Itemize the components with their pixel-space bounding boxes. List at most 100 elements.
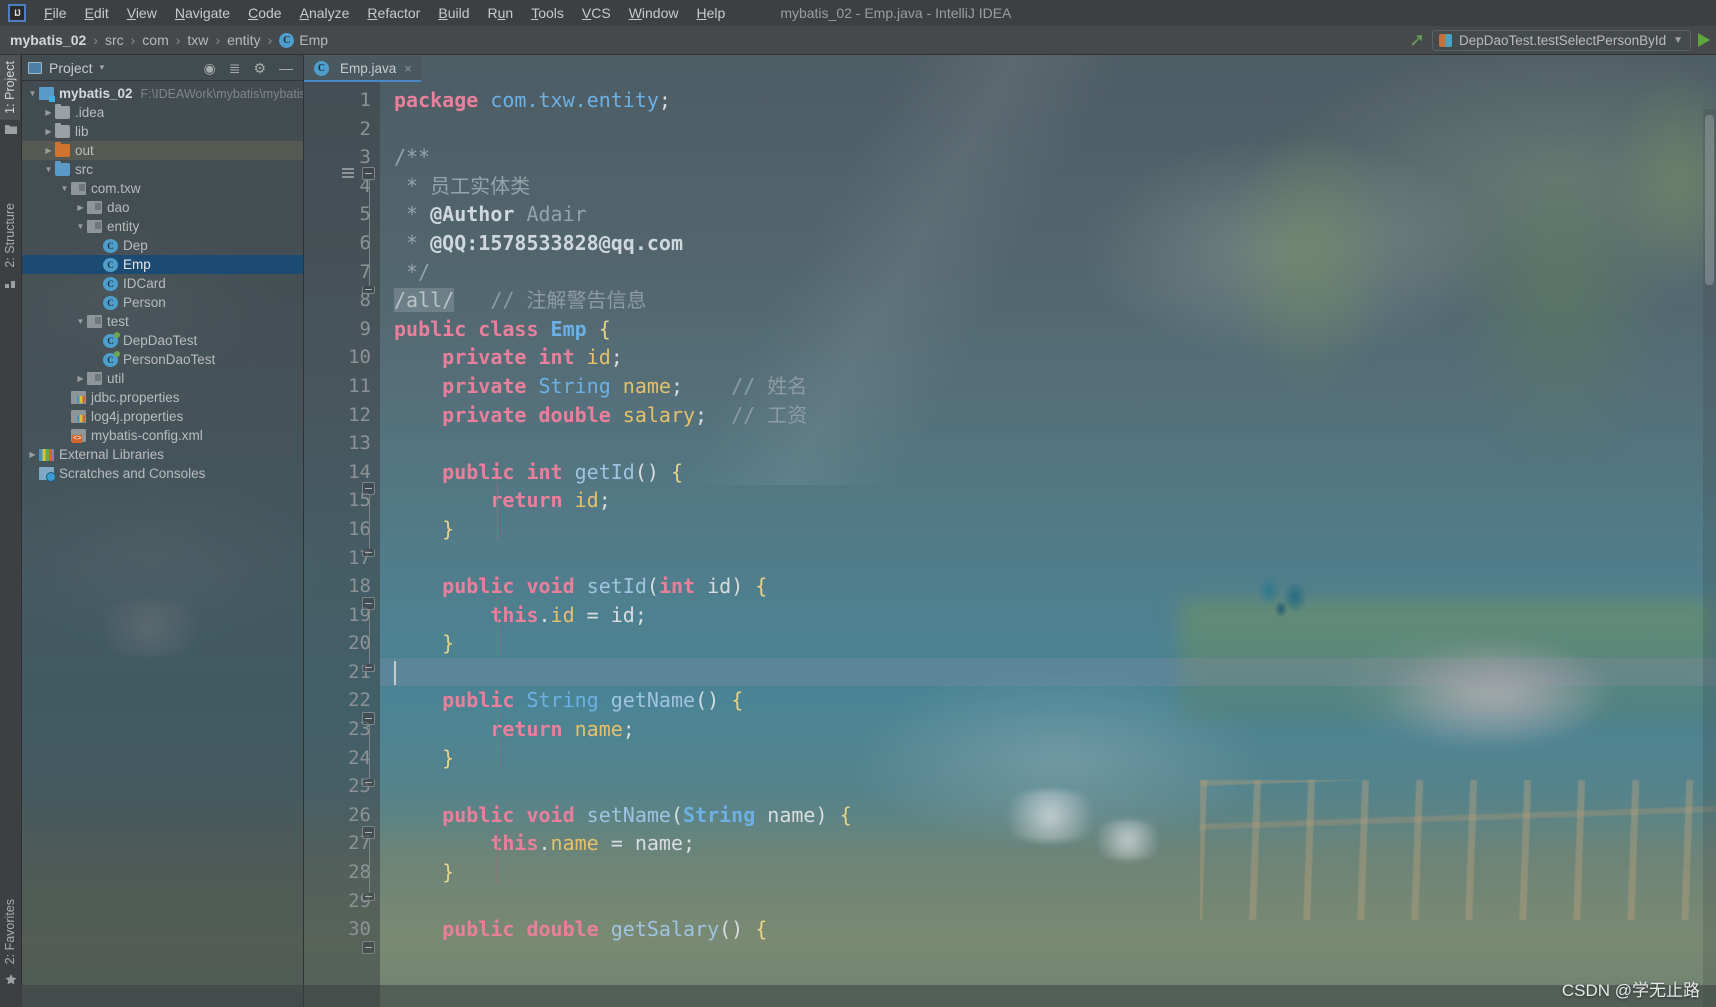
tree-item-scratches-and-consoles[interactable]: Scratches and Consoles [22,464,303,483]
code-line[interactable]: /** [380,143,1716,172]
tree-item-out[interactable]: ▶ out [22,141,303,160]
menu-item-run[interactable]: Run [478,2,522,24]
fold-marker[interactable] [362,712,375,725]
menu-item-window[interactable]: Window [620,2,688,24]
minimize-icon[interactable]: — [279,61,293,75]
code-line[interactable]: public void setId(int id) { [380,572,1716,601]
tree-item-idcard[interactable]: C IDCard [22,274,303,293]
code-line[interactable]: } [380,629,1716,658]
tree-item-lib[interactable]: ▶ lib [22,122,303,141]
tree-item-com-txw[interactable]: ▼ com.txw [22,179,303,198]
run-configuration-selector[interactable]: DepDaoTest.testSelectPersonById ▼ [1431,29,1691,51]
editor-tab-emp-java[interactable]: C Emp.java × [304,56,421,82]
locate-icon[interactable]: ◉ [203,61,215,75]
code-line[interactable] [380,544,1716,573]
tree-item-external-libraries[interactable]: ▶ External Libraries [22,445,303,464]
breadcrumb-item-entity[interactable]: entity [227,32,260,48]
fold-marker[interactable] [362,941,375,954]
run-button[interactable] [1698,33,1710,47]
menu-item-refactor[interactable]: Refactor [358,2,429,24]
tree-item-test[interactable]: ▼ test [22,312,303,331]
breadcrumb-item-mybatis-02[interactable]: mybatis_02 [10,32,86,48]
breadcrumb-item-emp[interactable]: C Emp [279,32,328,48]
breadcrumb-item-com[interactable]: com [142,32,168,48]
code-line[interactable]: * @Author Adair [380,200,1716,229]
tree-item-emp[interactable]: C Emp [22,255,303,274]
code-line[interactable]: return id; [380,486,1716,515]
fold-marker[interactable] [362,482,375,495]
chevron-right-icon[interactable]: ▶ [74,203,87,212]
chevron-right-icon[interactable]: ▶ [42,146,55,155]
code-line[interactable]: private String name; // 姓名 [380,372,1716,401]
menu-item-edit[interactable]: Edit [76,2,118,24]
fold-marker[interactable] [362,597,375,610]
gear-icon[interactable]: ⚙ [253,61,266,75]
menu-item-file[interactable]: File [35,2,76,24]
tree-item-util[interactable]: ▶ util [22,369,303,388]
chevron-down-icon[interactable]: ▼ [42,165,55,174]
code-line[interactable]: public String getName() { [380,686,1716,715]
code-line[interactable]: public double getSalary() { [380,915,1716,944]
menu-item-tools[interactable]: Tools [522,2,573,24]
code-line[interactable] [380,772,1716,801]
chevron-down-icon[interactable]: ▾ [100,62,105,73]
fold-marker-end[interactable] [362,664,375,672]
code-line[interactable]: private double salary; // 工资 [380,401,1716,430]
fold-markers[interactable] [342,86,380,1007]
chevron-down-icon[interactable]: ▼ [1673,35,1683,46]
code-line[interactable]: * @QQ:1578533828@qq.com [380,229,1716,258]
fold-marker-end[interactable] [362,779,375,787]
project-tree[interactable]: ▼ mybatis_02 F:\IDEAWork\mybatis\mybatis_0… [22,81,303,483]
code-line[interactable] [380,887,1716,916]
code-line[interactable]: public int getId() { [380,458,1716,487]
code-line[interactable]: * 员工实体类 [380,172,1716,201]
tree-item-dao[interactable]: ▶ dao [22,198,303,217]
chevron-down-icon[interactable]: ▼ [58,184,71,193]
sidebar-tab-favorites[interactable]: 2: Favorites [0,893,20,970]
tree-item-jdbc-properties[interactable]: jdbc.properties [22,388,303,407]
code-line[interactable] [380,115,1716,144]
code-line[interactable]: } [380,744,1716,773]
tree-item-depdaotest[interactable]: C DepDaoTest [22,331,303,350]
chevron-right-icon[interactable]: ▶ [42,127,55,136]
tree-item-entity[interactable]: ▼ entity [22,217,303,236]
fold-marker[interactable] [362,826,375,839]
fold-marker-end[interactable] [362,549,375,557]
code-line[interactable]: private int id; [380,343,1716,372]
close-icon[interactable]: × [404,61,412,76]
vcs-update-icon[interactable]: ➚ [1409,31,1425,50]
chevron-down-icon[interactable]: ▼ [26,89,39,98]
code-line[interactable]: return name; [380,715,1716,744]
tree-item-dep[interactable]: C Dep [22,236,303,255]
code-line[interactable]: } [380,515,1716,544]
editor-scrollbar-track[interactable] [1703,109,1716,1007]
chevron-right-icon[interactable]: ▶ [42,108,55,117]
menu-item-view[interactable]: View [118,2,166,24]
tree-item-persondaotest[interactable]: C PersonDaoTest [22,350,303,369]
code-line[interactable]: */ [380,258,1716,287]
menu-item-analyze[interactable]: Analyze [291,2,359,24]
breadcrumb-item-txw[interactable]: txw [187,32,208,48]
code-line[interactable]: this.id = id; [380,601,1716,630]
fold-marker[interactable] [362,167,375,180]
menu-item-navigate[interactable]: Navigate [166,2,239,24]
tree-item-src[interactable]: ▼ src [22,160,303,179]
tree-item-mybatis-02[interactable]: ▼ mybatis_02 F:\IDEAWork\mybatis\mybatis_0… [22,84,303,103]
tree-item-mybatis-config-xml[interactable]: mybatis-config.xml [22,426,303,445]
tree-item-person[interactable]: C Person [22,293,303,312]
sidebar-tab-structure[interactable]: 2: Structure [0,197,20,274]
code-line[interactable]: } [380,858,1716,887]
menu-item-build[interactable]: Build [429,2,478,24]
code-line[interactable]: this.name = name; [380,829,1716,858]
chevron-down-icon[interactable]: ▼ [74,317,87,326]
tree-item--idea[interactable]: ▶ .idea [22,103,303,122]
chevron-right-icon[interactable]: ▶ [26,450,39,459]
code-line[interactable]: package com.txw.entity; [380,86,1716,115]
tree-item-log4j-properties[interactable]: log4j.properties [22,407,303,426]
chevron-down-icon[interactable]: ▼ [74,222,87,231]
sidebar-tab-project[interactable]: 1: Project [0,55,20,120]
menu-item-code[interactable]: Code [239,2,290,24]
editor-scrollbar-thumb[interactable] [1705,115,1714,285]
menu-item-vcs[interactable]: VCS [573,2,620,24]
code-line[interactable] [380,657,1716,687]
